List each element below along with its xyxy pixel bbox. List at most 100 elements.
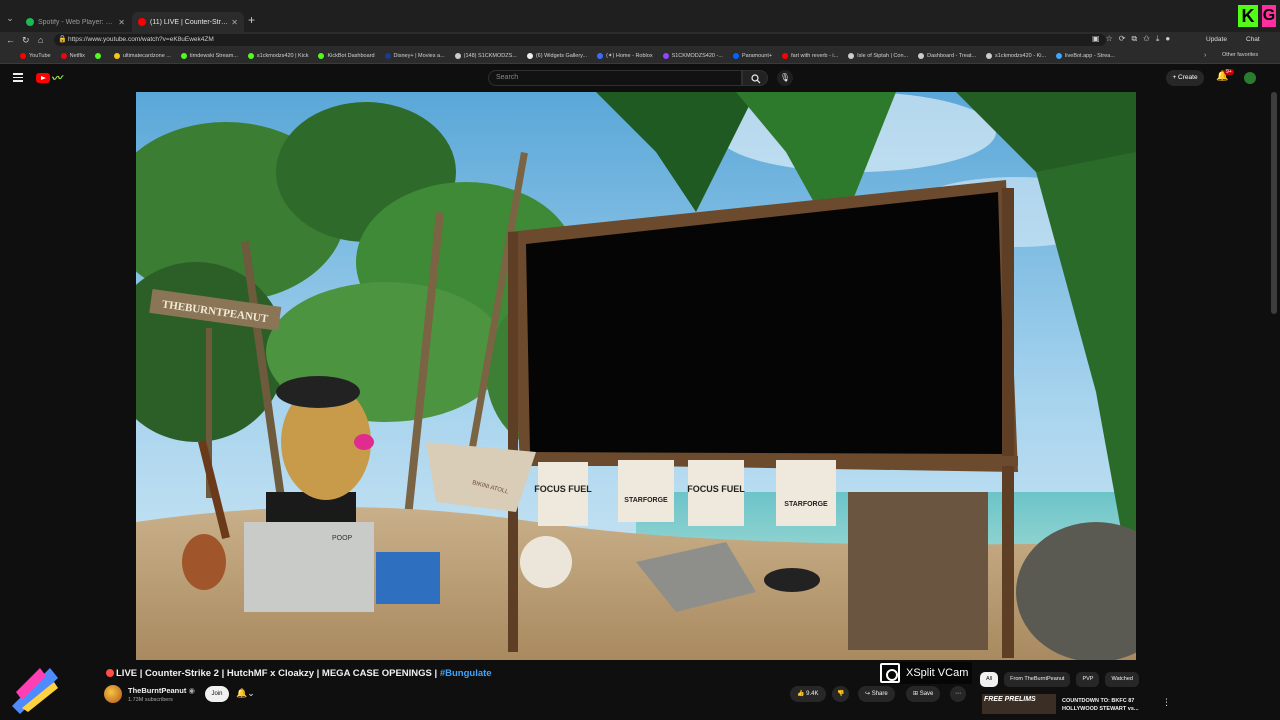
bookmark-item[interactable]: S1CKMODZS420 -...: [662, 52, 723, 59]
url-field[interactable]: 🔒 https://www.youtube.com/watch?v=eK8uEw…: [54, 34, 1106, 46]
extension-icon[interactable]: ⟳: [1119, 34, 1126, 44]
bookmark-item[interactable]: KickBot Dashboard: [318, 52, 375, 59]
account-avatar[interactable]: [1244, 72, 1256, 84]
other-favorites[interactable]: Other favorites: [1222, 52, 1258, 58]
split-screen-icon[interactable]: ▣: [1092, 34, 1100, 44]
chip-all[interactable]: All: [980, 672, 999, 687]
bookmark-favicon-icon: [662, 52, 669, 59]
address-bar-row: ← ↻ ⌂ 🔒 https://www.youtube.com/watch?v=…: [0, 32, 1280, 48]
bookmark-item[interactable]: (6) Widgets Gallery...: [526, 52, 587, 59]
dislike-button[interactable]: 👎: [832, 686, 850, 702]
stream-overlay-logo-icon: G: [1262, 5, 1276, 27]
create-button[interactable]: + Create: [1166, 70, 1204, 86]
bookmark-item[interactable]: fart with reverb - i...: [782, 52, 838, 59]
page-scrollbar[interactable]: [1271, 92, 1277, 314]
chip-pvp[interactable]: PVP: [1076, 672, 1100, 687]
more-actions-icon[interactable]: ⋯: [950, 686, 966, 702]
refresh-icon[interactable]: ↻: [22, 35, 30, 46]
recommended-video-thumbnail[interactable]: FREE PRELIMS: [982, 694, 1056, 714]
chat-button[interactable]: Chat: [1246, 34, 1260, 46]
save-button[interactable]: ⊞ Save: [906, 686, 941, 702]
bookmark-item[interactable]: YouTube: [20, 52, 51, 59]
bookmark-item[interactable]: [94, 52, 104, 59]
video-player[interactable]: FOCUS FUEL STARFORGE FOCUS FUEL STARFORG…: [136, 92, 1136, 660]
recommendation-menu-icon[interactable]: ⋮: [1162, 697, 1171, 708]
tab-close-icon[interactable]: ✕: [231, 18, 238, 27]
bookmark-item[interactable]: timdewski Stream...: [180, 52, 238, 59]
favorite-star-icon[interactable]: ☆: [1106, 34, 1113, 44]
bookmark-item[interactable]: s1ckmodzs420 | Kick: [247, 52, 309, 59]
bookmark-item[interactable]: Netflix: [60, 52, 85, 59]
thumbs-down-icon: 👎: [837, 691, 845, 697]
wooden-crate-right: [848, 492, 988, 650]
chip-from-channel[interactable]: From TheBurntPeanut: [1004, 672, 1071, 687]
browser-tabstrip: ⌄ Spotify - Web Player: Music for e ✕ (1…: [0, 0, 1280, 32]
ukulele: [182, 534, 226, 590]
bookmark-item[interactable]: Dashboard - Treat...: [918, 52, 977, 59]
bookmark-favicon-icon: [454, 52, 461, 59]
update-button[interactable]: Update: [1206, 34, 1227, 46]
save-icon: ⊞: [913, 691, 919, 697]
tab-close-icon[interactable]: ✕: [118, 18, 125, 27]
tab-search-icon[interactable]: ⌄: [4, 13, 16, 27]
xsplit-logo-icon: [880, 663, 900, 683]
bookmark-item[interactable]: Paramount+: [732, 52, 772, 59]
profile-icon[interactable]: ●: [1165, 34, 1170, 44]
bookmark-label: (148) S1CKMODZS...: [463, 52, 517, 59]
extensions-puzzle-icon[interactable]: ⧉: [1131, 34, 1137, 44]
toolbar-icons: ▣ ☆ ⟳ ⧉ ✩ ⤓ ●: [1092, 34, 1170, 44]
audio-playing-icon: [138, 18, 146, 26]
video-title: LIVE | Counter-Strike 2 | HutchMF x Cloa…: [106, 668, 492, 679]
join-button[interactable]: Join: [205, 686, 229, 702]
bookmark-item[interactable]: Isle of Siptah | Con...: [848, 52, 908, 59]
menu-icon[interactable]: [13, 73, 23, 82]
xsplit-vcam-watermark: XSplit VCam: [880, 662, 973, 684]
cooler: [244, 522, 374, 612]
home-icon[interactable]: ⌂: [38, 35, 43, 45]
thumbs-up-icon: 👍: [797, 691, 805, 697]
back-icon[interactable]: ←: [6, 35, 15, 45]
download-icon[interactable]: ⤓: [1156, 34, 1160, 44]
subscription-bell-icon[interactable]: 🔔⌄: [236, 688, 255, 699]
verified-icon: ◉: [188, 686, 195, 695]
streamer-overlay-logo-icon: [12, 668, 58, 714]
bookmark-label: S1CKMODZS420 -...: [671, 52, 723, 59]
bookmark-label: Dashboard - Treat...: [927, 52, 977, 59]
bookmark-favicon-icon: [20, 52, 26, 59]
recommendation-chips: All From TheBurntPeanut PVP Watched: [980, 672, 1139, 687]
recommended-video-title[interactable]: COUNTDOWN TO: BKFC 87 HOLLYWOOD STEWART …: [1062, 697, 1158, 713]
bookmark-favicon-icon: [113, 52, 120, 59]
channel-avatar[interactable]: [104, 685, 122, 703]
youtube-masthead: 〰 Search 🎙 + Create 🔔 9+: [0, 64, 1280, 92]
tab-title: (11) LIVE | Counter-Strike 2: [150, 18, 229, 26]
bookmark-item[interactable]: s1ckmodzs420 - Ki...: [986, 52, 1047, 59]
bookmark-item[interactable]: Disney+ | Movies a...: [384, 52, 445, 59]
bookmark-favicon-icon: [94, 52, 101, 59]
youtube-doodle-logo[interactable]: 〰: [50, 69, 63, 86]
bookmark-item[interactable]: liveBot.app - Strea...: [1056, 52, 1115, 59]
like-count: 9.4K: [806, 691, 819, 697]
bookmark-item[interactable]: ultimatecardzone ...: [113, 52, 171, 59]
share-button[interactable]: ↪ Share: [858, 686, 895, 702]
bookmark-item[interactable]: (✦) Home - Roblox: [597, 52, 653, 59]
bookmarks-overflow-icon[interactable]: ›: [1204, 52, 1206, 59]
rec-title-line1: COUNTDOWN TO: BKFC 87: [1062, 698, 1135, 704]
bookmark-label: s1ckmodzs420 | Kick: [256, 52, 309, 59]
bookmark-label: s1ckmodzs420 - Ki...: [995, 52, 1047, 59]
search-button[interactable]: [742, 70, 768, 86]
chip-watched[interactable]: Watched: [1105, 672, 1139, 687]
voice-search-icon[interactable]: 🎙: [777, 70, 793, 86]
new-tab-icon[interactable]: +: [248, 13, 255, 27]
blue-crate: [376, 552, 440, 604]
youtube-logo-icon[interactable]: [36, 73, 50, 83]
like-button[interactable]: 👍 9.4K: [790, 686, 826, 702]
bookmark-favicon-icon: [526, 52, 533, 59]
favorites-icon[interactable]: ✩: [1143, 34, 1150, 44]
tab-spotify[interactable]: Spotify - Web Player: Music for e ✕: [20, 12, 131, 32]
bookmark-label: YouTube: [29, 52, 51, 59]
search-input[interactable]: Search: [488, 70, 742, 86]
channel-name[interactable]: TheBurntPeanut ◉: [128, 686, 195, 695]
hashtag-link[interactable]: #Bungulate: [440, 668, 492, 679]
tab-youtube-live[interactable]: (11) LIVE | Counter-Strike 2 ✕: [132, 12, 244, 32]
bookmark-item[interactable]: (148) S1CKMODZS...: [454, 52, 517, 59]
